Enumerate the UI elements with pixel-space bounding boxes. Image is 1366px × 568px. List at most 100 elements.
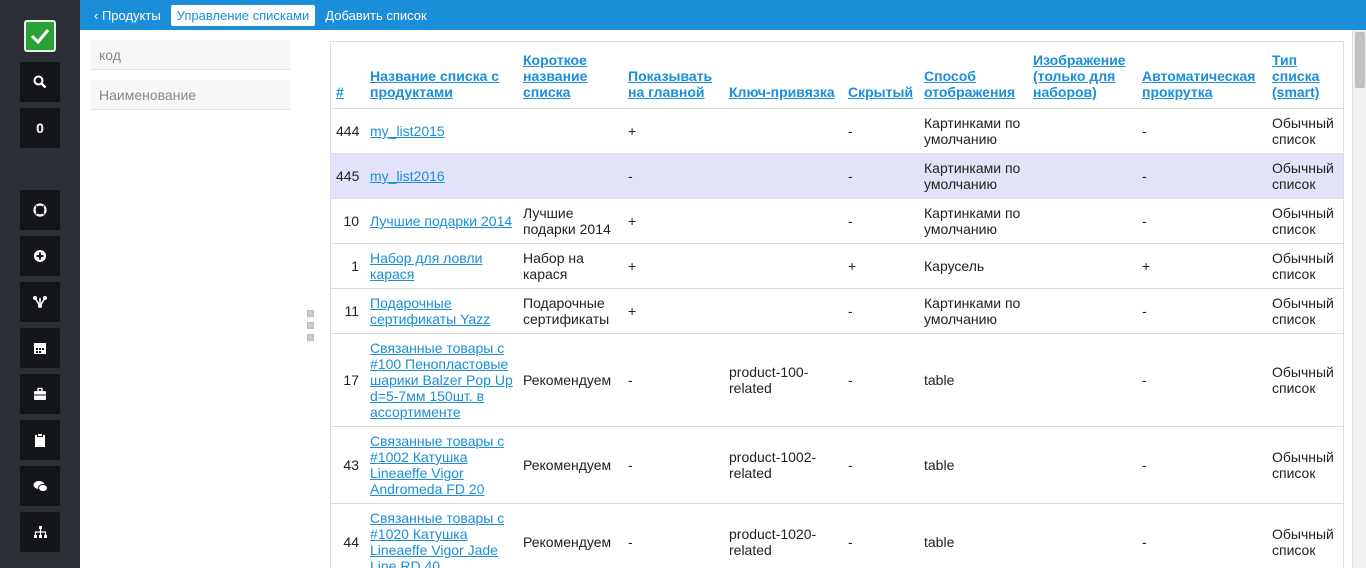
add-list-link[interactable]: Добавить список [319,5,432,26]
cell-num: 1 [331,243,365,289]
table-row[interactable]: 10 Лучшие подарки 2014 Лучшие подарки 2014… [331,198,1343,244]
tab-manage-lists[interactable]: Управление списками [170,4,316,26]
briefcase-icon[interactable] [20,374,60,414]
cell-display: Картинками по умолчанию [919,288,1028,334]
cell-short [518,153,623,199]
lifebuoy-icon[interactable] [20,190,60,230]
sitemap-icon[interactable] [20,512,60,552]
cell-main: - [623,333,724,427]
list-title-link[interactable]: Подарочные сертификаты Yazz [370,295,490,327]
sort-by-key[interactable]: Ключ-привязка [729,84,839,100]
clipboard-icon[interactable] [20,420,60,460]
name-filter-input[interactable] [90,80,290,110]
cell-num: 10 [331,198,365,244]
list-title-link[interactable]: Лучшие подарки 2014 [370,213,512,229]
cell-main: + [623,198,724,244]
cell-short: Рекомендуем [518,503,623,568]
cell-image [1028,108,1137,154]
cell-key: product-1020-related [724,503,843,568]
cart-counter-button[interactable]: 0 [20,108,60,148]
cell-type: Обычный список [1267,426,1343,504]
cell-num: 11 [331,288,365,334]
cell-title: Связанные товары с #1002 Катушка Lineaef… [365,426,518,504]
sort-by-list-type[interactable]: Тип списка (smart) [1272,52,1340,100]
scrollbar-thumb[interactable] [1355,32,1365,88]
cell-autoscroll: - [1137,108,1267,154]
back-to-products-link[interactable]: ‹ Продукты [88,5,167,26]
cell-type: Обычный список [1267,108,1343,154]
search-icon[interactable] [20,62,60,102]
plus-circle-icon[interactable] [20,236,60,276]
cell-title: Связанные товары с #100 Пенопластовые ша… [365,333,518,427]
cell-num: 43 [331,426,365,504]
table-row[interactable]: 17 Связанные товары с #100 Пенопластовые … [331,333,1343,427]
cell-short: Подарочные сертификаты [518,288,623,334]
sort-by-title[interactable]: Название списка с продуктами [370,68,514,100]
sort-by-short-name[interactable]: Короткое название списка [523,52,619,100]
table-header-row: # Название списка с продуктами Короткое … [331,42,1343,109]
table-row[interactable]: 43 Связанные товары с #1002 Катушка Linea… [331,426,1343,504]
cell-autoscroll: - [1137,503,1267,568]
list-title-link[interactable]: my_list2015 [370,123,445,139]
code-filter-input[interactable] [90,40,290,70]
cell-title: my_list2016 [365,153,518,199]
cell-hidden: - [843,333,919,427]
cell-main: + [623,108,724,154]
cell-title: Связанные товары с #1020 Катушка Lineaef… [365,503,518,568]
cell-autoscroll: - [1137,198,1267,244]
cell-short: Рекомендуем [518,333,623,427]
cell-type: Обычный список [1267,288,1343,334]
sort-by-show-on-main[interactable]: Показывать на главной [628,68,720,100]
cell-hidden: - [843,108,919,154]
table-row[interactable]: 445 my_list2016- - Картинками по умолчанию -… [331,153,1343,199]
cell-display: Карусель [919,243,1028,289]
list-title-link[interactable]: Связанные товары с #100 Пенопластовые ша… [370,340,513,420]
sort-by-autoscroll[interactable]: Автоматическая прокрутка [1142,68,1263,100]
sort-by-hidden[interactable]: Скрытый [848,84,915,100]
page-scrollbar[interactable] [1352,30,1366,568]
grip-dot [307,310,314,317]
panel-resize-handle[interactable] [307,310,315,346]
cell-display: Картинками по умолчанию [919,198,1028,244]
table-row[interactable]: 11 Подарочные сертификаты Yazz Подарочные … [331,288,1343,334]
top-bar: ‹ Продукты Управление списками Добавить … [80,0,1366,30]
cell-image [1028,198,1137,244]
sort-by-id[interactable]: # [336,84,361,100]
lists-table: # Название списка с продуктами Короткое … [331,42,1343,568]
sort-by-image[interactable]: Изображение (только для наборов) [1033,52,1133,100]
cell-display: table [919,333,1028,427]
cell-image [1028,243,1137,289]
cell-title: Подарочные сертификаты Yazz [365,288,518,334]
list-title-link[interactable]: Связанные товары с #1020 Катушка Lineaef… [370,510,504,568]
cell-hidden: - [843,288,919,334]
cell-autoscroll: + [1137,243,1267,289]
cell-key [724,153,843,199]
cell-key [724,198,843,244]
cell-title: Набор для ловли карася [365,243,518,289]
cell-type: Обычный список [1267,198,1343,244]
cell-short [518,108,623,154]
list-title-link[interactable]: Связанные товары с #1002 Катушка Lineaef… [370,433,504,497]
cell-type: Обычный список [1267,503,1343,568]
cell-display: table [919,426,1028,504]
cell-short: Лучшие подарки 2014 [518,198,623,244]
branch-icon[interactable] [20,282,60,322]
list-title-link[interactable]: Набор для ловли карася [370,250,482,282]
table-row[interactable]: 444 my_list2015 + - Картинками по умолчанию -… [331,108,1343,154]
table-row[interactable]: 1 Набор для ловли карася Набор на карася + +… [331,243,1343,289]
sort-by-display-mode[interactable]: Способ отображения [924,68,1024,100]
checkbox-logo-icon[interactable] [24,20,56,52]
cell-autoscroll: - [1137,426,1267,504]
chat-icon[interactable] [20,466,60,506]
grip-dot [307,322,314,329]
cell-key: product-100-related [724,333,843,427]
cell-autoscroll: - [1137,153,1267,199]
list-title-link[interactable]: my_list2016 [370,168,445,184]
cell-key [724,108,843,154]
table-row[interactable]: 44 Связанные товары с #1020 Катушка Linea… [331,503,1343,568]
cell-display: table [919,503,1028,568]
calendar-icon[interactable] [20,328,60,368]
cell-image [1028,333,1137,427]
cell-main: - [623,153,724,199]
cell-short: Рекомендуем [518,426,623,504]
